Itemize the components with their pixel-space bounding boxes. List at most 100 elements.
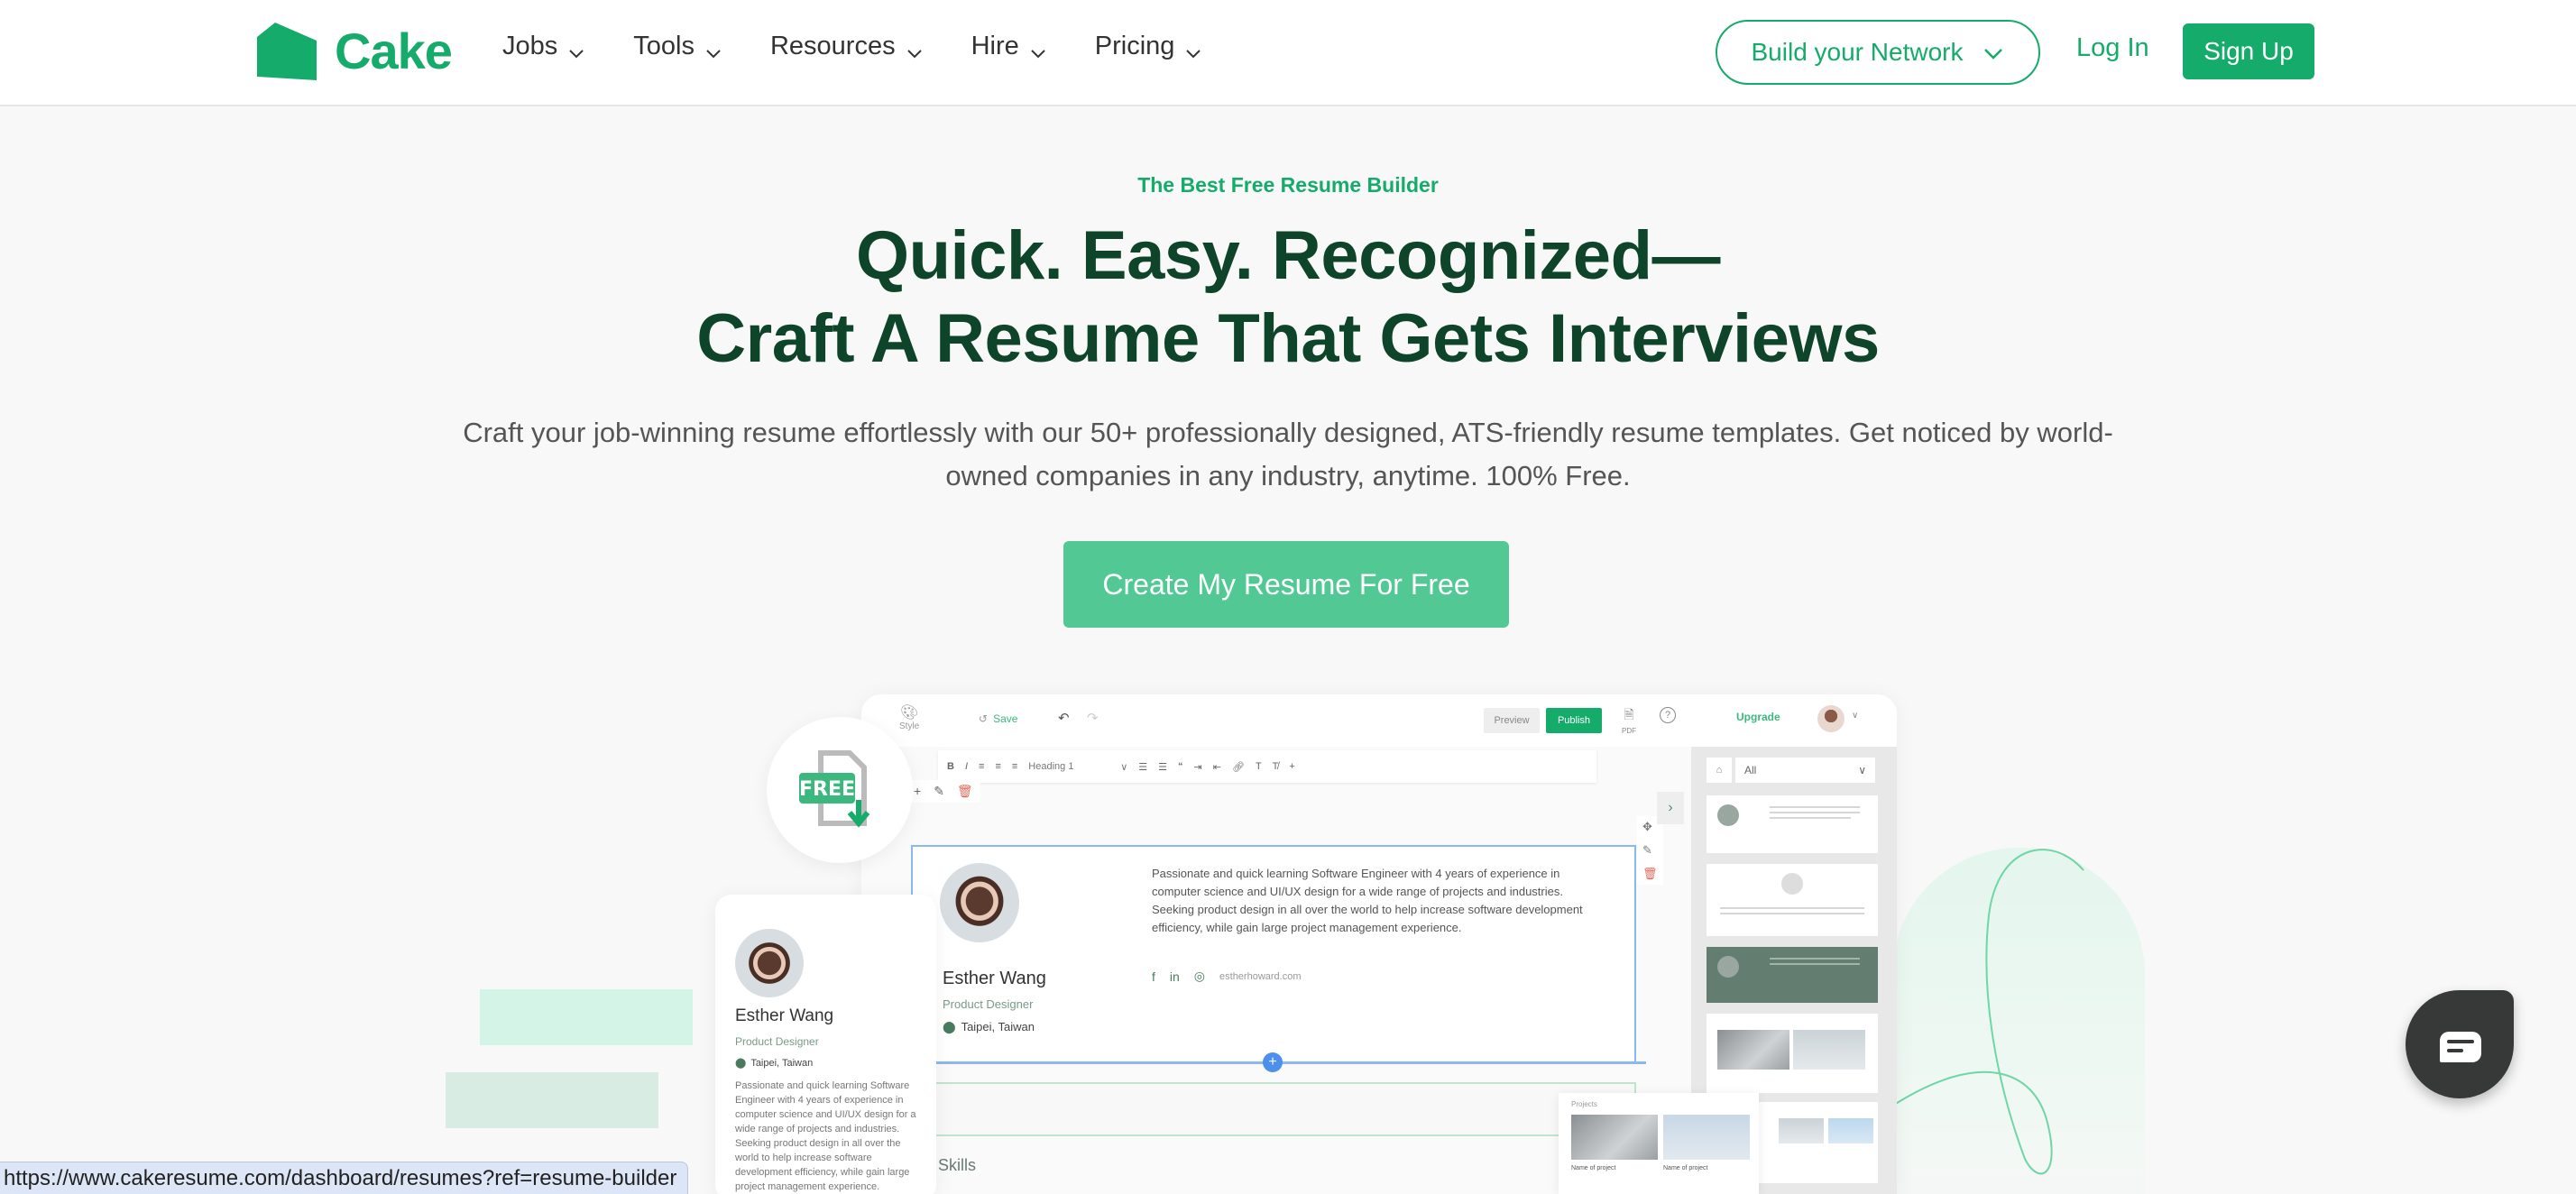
trash-icon: 🗑︎ xyxy=(1642,867,1658,880)
pencil-icon: ✎ xyxy=(934,784,944,798)
thumbnail-line xyxy=(1720,907,1864,909)
resume-location: ⬤ Taipei, Taiwan xyxy=(943,1020,1035,1034)
editor-topbar: 🎨︎ Style ↺ Save ↶ ↷ Preview Publish 🗎 PD… xyxy=(861,694,1897,747)
history-icon: ↺ xyxy=(979,712,989,725)
preview-button: Preview xyxy=(1484,708,1540,733)
align-center-icon: ≡ xyxy=(995,761,1001,772)
menu-item-resources[interactable]: Resources xyxy=(770,32,923,61)
chevron-down-icon: ∨ xyxy=(1120,761,1128,773)
chat-support-button[interactable] xyxy=(2406,990,2514,1098)
profile-photo xyxy=(940,863,1019,942)
decorative-swirl xyxy=(1893,849,2084,1175)
add-icon: + xyxy=(1289,761,1295,772)
thumbnail-image xyxy=(1793,1030,1865,1070)
chevron-down-icon xyxy=(1983,41,2004,63)
ordered-list-icon: ☰ xyxy=(1138,761,1148,773)
style-button: 🎨︎ Style xyxy=(899,703,919,731)
chevron-down-icon xyxy=(1030,39,1046,58)
profile-name: Esther Wang xyxy=(735,1006,834,1025)
project-caption: Name of project xyxy=(1571,1165,1616,1171)
resume-header-block: Esther Wang Product Designer ⬤ Taipei, Ta… xyxy=(911,845,1636,1063)
project-image xyxy=(1571,1115,1658,1160)
menu-item-label: Tools xyxy=(633,32,695,60)
block-side-tools: ✥ ✎ 🗑︎ xyxy=(1637,816,1663,885)
cake-logo[interactable]: Cake xyxy=(257,23,453,80)
template-filter-select: All ∨ xyxy=(1735,758,1875,783)
menu-item-label: Resources xyxy=(769,32,896,60)
build-network-label: Build your Network xyxy=(1751,38,1964,66)
chevron-down-icon: ∨ xyxy=(1852,711,1859,721)
menu-item-tools[interactable]: Tools xyxy=(633,32,722,61)
thumbnail-line xyxy=(1770,963,1860,965)
file-download-icon: 🗎 xyxy=(1624,707,1634,721)
paint-bucket-icon: ⌂ xyxy=(1707,758,1732,783)
hero-subtitle: Craft your job-winning resume effortless… xyxy=(463,417,2113,491)
add-section-icon: + xyxy=(1263,1052,1283,1072)
bullet-list-icon: ☰ xyxy=(1158,761,1168,773)
pencil-icon: ✎ xyxy=(1642,843,1652,857)
palette-icon: 🎨︎ xyxy=(899,705,919,721)
top-navbar: Cake Jobs Tools Resources Hire Pricing B… xyxy=(0,0,2576,106)
pdf-button: 🗎 PDF xyxy=(1622,705,1636,735)
menu-item-hire[interactable]: Hire xyxy=(971,32,1046,61)
create-resume-button[interactable]: Create My Resume For Free xyxy=(1063,541,1509,628)
empty-section-block xyxy=(911,1082,1636,1136)
heading-select: Heading 1 ∨ xyxy=(1028,761,1127,773)
profile-role: Product Designer xyxy=(735,1035,819,1048)
chevron-down-icon xyxy=(568,39,584,58)
build-network-button[interactable]: Build your Network xyxy=(1716,20,2040,85)
link-icon: 🔗︎ xyxy=(1231,761,1245,773)
menu-item-label: Jobs xyxy=(502,32,558,60)
align-left-icon: ≡ xyxy=(979,761,985,772)
resume-role: Product Designer xyxy=(943,997,1034,1011)
thumbnail-line xyxy=(1770,806,1860,808)
publish-button: Publish xyxy=(1546,708,1602,733)
menu-item-pricing[interactable]: Pricing xyxy=(1095,32,1202,61)
free-file-download-icon: FREE xyxy=(799,750,870,828)
user-avatar xyxy=(1817,705,1845,732)
text-style-icon: T xyxy=(1255,761,1262,772)
resume-name: Esther Wang xyxy=(943,969,1046,988)
template-thumbnail xyxy=(1707,795,1878,853)
move-icon: ✥ xyxy=(1642,820,1652,833)
block-tools: + ✎ 🗑︎ xyxy=(906,780,980,803)
linkedin-icon: in xyxy=(1169,969,1180,984)
thumbnail-avatar xyxy=(1781,873,1803,895)
redo-icon: ↷ xyxy=(1087,711,1099,726)
style-label: Style xyxy=(899,721,920,731)
outdent-icon: ⇤ xyxy=(1212,761,1221,773)
chat-icon xyxy=(2440,1032,2481,1062)
thumbnail-image xyxy=(1828,1118,1873,1143)
project-caption: Name of project xyxy=(1663,1165,1708,1171)
template-thumbnail xyxy=(1707,1014,1878,1093)
headline-line-2: Craft A Resume That Gets Interviews xyxy=(696,300,1880,377)
profile-preview-card: Esther Wang Product Designer ⬤ Taipei, Ta… xyxy=(715,895,936,1194)
location-text: Taipei, Taiwan xyxy=(961,1020,1035,1033)
pdf-label: PDF xyxy=(1622,727,1636,735)
filter-value: All xyxy=(1744,764,1757,776)
headline-line-1: Quick. Easy. Recognized— xyxy=(855,217,1721,294)
thumbnail-line xyxy=(1770,812,1860,813)
instagram-icon: ◎ xyxy=(1193,969,1206,983)
clear-format-icon: T̸ xyxy=(1272,761,1279,772)
social-links: f in ◎ estherhoward.com xyxy=(1152,969,1302,984)
hero-headline: Quick. Easy. Recognized— Craft A Resume … xyxy=(0,215,2576,381)
thumbnail-line xyxy=(1720,913,1864,914)
login-link[interactable]: Log In xyxy=(2076,33,2149,63)
signup-button[interactable]: Sign Up xyxy=(2183,23,2314,79)
cake-logo-icon xyxy=(257,23,317,80)
location-pin-icon: ⬤ xyxy=(735,1058,747,1069)
thumbnail-image xyxy=(1717,1030,1789,1070)
template-thumbnail xyxy=(1707,864,1878,936)
chevron-down-icon xyxy=(705,39,722,58)
hero-eyebrow: The Best Free Resume Builder xyxy=(1137,173,1439,197)
thumbnail-image xyxy=(1779,1118,1824,1143)
location-text: Taipei, Taiwan xyxy=(750,1058,814,1069)
project-image xyxy=(1663,1115,1750,1160)
thumbnail-line xyxy=(1770,817,1851,819)
undo-icon: ↶ xyxy=(1058,711,1070,726)
brand-name: Cake xyxy=(335,23,453,79)
trash-icon: 🗑︎ xyxy=(956,784,973,798)
menu-item-jobs[interactable]: Jobs xyxy=(502,32,584,61)
menu-item-label: Hire xyxy=(971,32,1019,60)
